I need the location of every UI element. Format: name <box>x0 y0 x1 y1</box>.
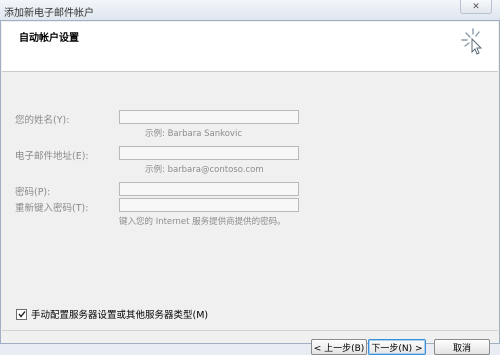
email-hint: 示例: barbara@contoso.com <box>145 165 264 175</box>
cancel-button[interactable]: 取消 <box>434 339 490 355</box>
divider <box>2 330 498 331</box>
retype-password-label: 重新键入密码(T): <box>15 203 89 214</box>
name-input[interactable] <box>119 110 299 124</box>
close-icon: ✕ <box>472 1 480 12</box>
close-button[interactable]: ✕ <box>460 0 492 14</box>
title-bar: 添加新电子邮件帐户 ✕ <box>0 0 500 20</box>
next-button[interactable]: 下一步(N) > <box>368 339 426 355</box>
manual-config-option[interactable]: 手动配置服务器设置或其他服务器类型(M) <box>16 307 208 321</box>
wizard-sparkle-icon <box>461 28 483 55</box>
dialog-frame: 自动帐户设置 您的姓名(Y): 示例: Barbara Sankovic 电子邮… <box>0 20 500 355</box>
manual-config-checkbox[interactable] <box>16 308 27 320</box>
name-hint: 示例: Barbara Sankovic <box>145 129 242 139</box>
manual-config-label: 手动配置服务器设置或其他服务器类型(M) <box>31 310 209 321</box>
window-title: 添加新电子邮件帐户 <box>4 8 94 19</box>
password-label: 密码(P): <box>15 187 51 198</box>
email-input[interactable] <box>119 146 299 160</box>
wizard-header: 自动帐户设置 <box>2 22 498 72</box>
password-input[interactable] <box>119 182 299 196</box>
email-label: 电子邮件地址(E): <box>15 151 89 162</box>
page-heading: 自动帐户设置 <box>19 33 79 44</box>
form-area: 您的姓名(Y): 示例: Barbara Sankovic 电子邮件地址(E):… <box>2 72 498 312</box>
checkmark-icon <box>17 311 26 318</box>
password-hint: 键入您的 Internet 服务提供商提供的密码。 <box>119 217 286 227</box>
name-label: 您的姓名(Y): <box>15 115 70 126</box>
retype-password-input[interactable] <box>119 198 299 212</box>
back-button[interactable]: < 上一步(B) <box>311 339 367 355</box>
